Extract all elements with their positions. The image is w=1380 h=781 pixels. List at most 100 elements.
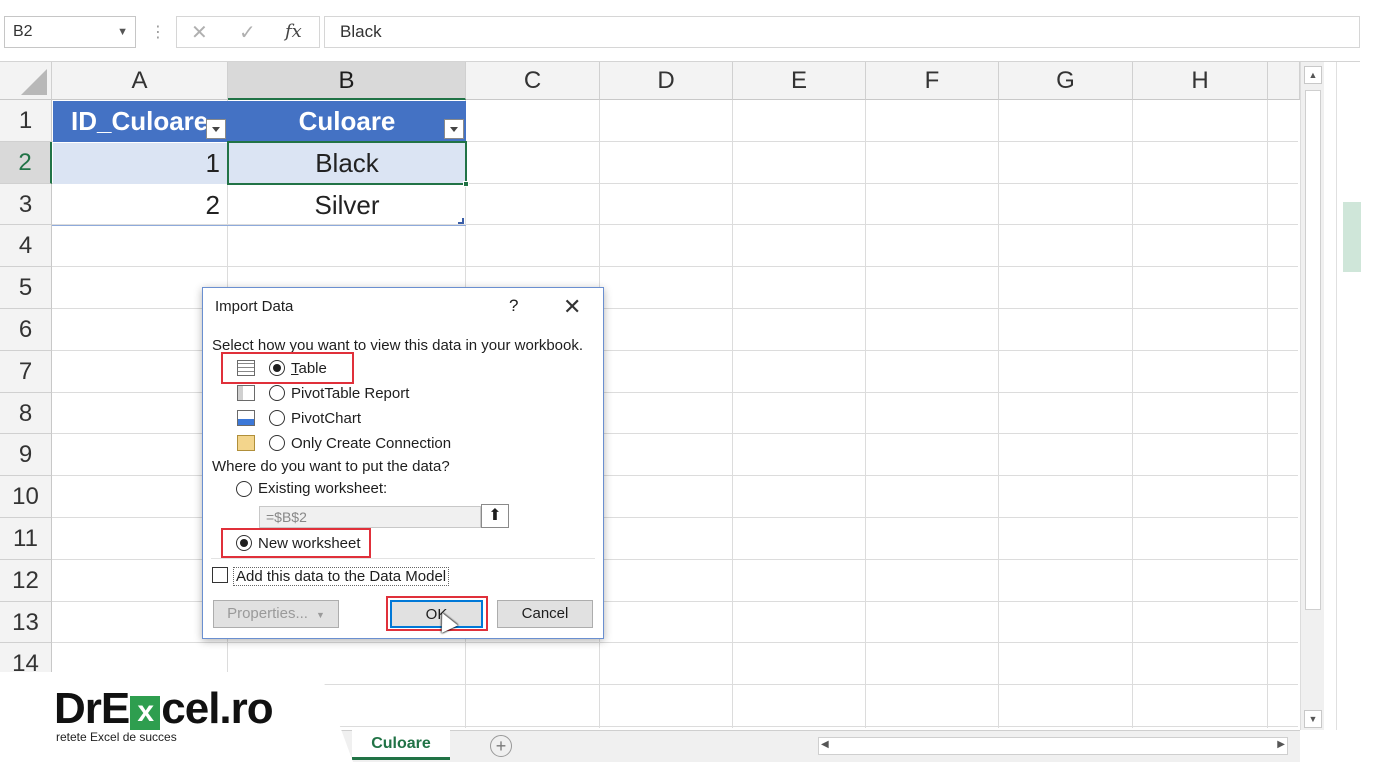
option-connection-label[interactable]: Only Create Connection [291,435,451,452]
highlight-new-worksheet [221,528,371,558]
radio-pivotchart[interactable] [269,410,285,426]
add-sheet-icon[interactable]: + [490,735,512,757]
column-header-h[interactable]: H [1133,62,1268,100]
radio-existing-worksheet[interactable] [236,481,252,497]
column-header-e[interactable]: E [733,62,866,100]
logo-part-1: DrE [54,684,130,733]
close-icon[interactable]: ✕ [563,294,581,320]
option-pivotchart-label[interactable]: PivotChart [291,410,361,427]
dialog-divider [211,558,595,559]
highlight-ok-button [386,596,488,631]
existing-worksheet-label[interactable]: Existing worksheet: [258,480,387,497]
grid-vline [1132,100,1133,728]
name-box[interactable]: B2 ▼ [4,16,136,48]
grid-hline [52,266,1298,268]
grid-vline [1267,100,1268,728]
scroll-up-icon[interactable]: ▲ [1304,66,1322,84]
insert-function-icon[interactable]: fx [285,21,302,42]
formula-buttons: ✕ ✓ fx [176,16,320,48]
formula-bar-grip-icon: ⋮ [150,24,166,41]
select-all-button[interactable] [0,62,52,100]
filter-dropdown-icon[interactable] [206,119,226,139]
table-cell[interactable]: Silver [228,185,466,226]
scroll-down-icon[interactable]: ▼ [1304,710,1322,728]
collapse-dialog-icon[interactable]: ⬆ [481,504,509,528]
chevron-down-icon: ▼ [315,610,325,620]
grid-vline [732,100,733,728]
scroll-thumb[interactable] [1305,90,1321,610]
sheet-tab-bar: Culoare + ◀ ▶ [340,730,1300,762]
row-header-6[interactable]: 6 [0,309,52,351]
column-header-overflow[interactable] [1268,62,1300,100]
grid-hline [52,642,1298,644]
table-bottom-border [52,225,466,226]
logo-tagline: retete Excel de succes [56,730,177,744]
row-header-8[interactable]: 8 [0,392,52,435]
name-box-value: B2 [13,23,33,40]
option-pivottable-label[interactable]: PivotTable Report [291,385,409,402]
row-header-5[interactable]: 5 [0,267,52,309]
properties-label: Properties... [227,605,308,622]
table-cell[interactable]: 2 [53,185,228,226]
horizontal-scrollbar[interactable]: ◀ ▶ [818,737,1288,755]
fill-handle[interactable] [463,181,469,187]
grid-vline [865,100,866,728]
column-header-b[interactable]: B [228,62,466,100]
column-header-d[interactable]: D [600,62,733,100]
drexcel-logo: DrE x cel.ro retete Excel de succes [0,672,360,781]
table-header-cell[interactable]: ID_Culoare [53,101,228,142]
row-header-1[interactable]: 1 [0,100,52,142]
row-header-3[interactable]: 3 [0,183,52,226]
formula-bar: B2 ▼ ⋮ ✕ ✓ fx Black [0,0,1360,62]
logo-part-2: cel.ro [161,684,273,733]
highlight-table-option [221,352,354,384]
row-header-10[interactable]: 10 [0,476,52,518]
radio-pivottable[interactable] [269,385,285,401]
row-header-2[interactable]: 2 [0,141,52,184]
chevron-down-icon[interactable]: ▼ [117,17,128,47]
location-prompt: Where do you want to put the data? [212,458,450,475]
pivotchart-icon [237,410,255,426]
header-id-label: ID_Culoare [71,106,209,136]
cancel-icon[interactable]: ✕ [191,20,208,45]
scroll-right-icon[interactable]: ▶ [1277,739,1285,750]
cell-reference-input[interactable]: =$B$2 [259,506,481,528]
dialog-title: Import Data [215,298,294,315]
connection-icon [237,435,255,451]
header-culoare-label: Culoare [298,106,396,136]
row-header-12[interactable]: 12 [0,559,52,602]
formula-input[interactable]: Black [324,16,1360,48]
data-model-label[interactable]: Add this data to the Data Model [233,567,450,586]
task-pane-tab[interactable] [1343,202,1361,272]
scroll-left-icon[interactable]: ◀ [821,739,829,750]
pivottable-icon [237,385,255,401]
column-header-c[interactable]: C [466,62,600,100]
import-data-dialog: Import Data ? ✕ Select how you want to v… [202,287,604,639]
filter-dropdown-icon[interactable] [444,119,464,139]
table-header-cell[interactable]: Culoare [228,101,466,142]
column-header-g[interactable]: G [999,62,1133,100]
column-header-a[interactable]: A [52,62,228,100]
row-header-4[interactable]: 4 [0,225,52,268]
help-icon[interactable]: ? [509,296,518,316]
row-header-13[interactable]: 13 [0,601,52,644]
vertical-scrollbar[interactable]: ▲ ▼ [1300,62,1324,730]
table-cell[interactable]: 1 [53,143,228,184]
select-all-icon [21,69,47,95]
grid-vline [998,100,999,728]
cancel-button[interactable]: Cancel [497,600,593,628]
column-header-f[interactable]: F [866,62,999,100]
logo-x-badge: x [130,696,161,730]
enter-icon[interactable]: ✓ [239,20,256,45]
row-header-11[interactable]: 11 [0,518,52,560]
row-header-7[interactable]: 7 [0,350,52,393]
logo-wordmark: DrE x cel.ro [54,684,274,734]
radio-connection[interactable] [269,435,285,451]
task-pane-edge [1336,62,1361,730]
data-model-checkbox[interactable] [212,567,228,583]
table-resize-handle[interactable] [458,218,464,224]
row-header-9[interactable]: 9 [0,434,52,477]
properties-button[interactable]: Properties... ▼ [213,600,339,628]
sheet-tab-culoare[interactable]: Culoare [352,730,450,760]
table-cell[interactable]: Black [228,143,466,184]
